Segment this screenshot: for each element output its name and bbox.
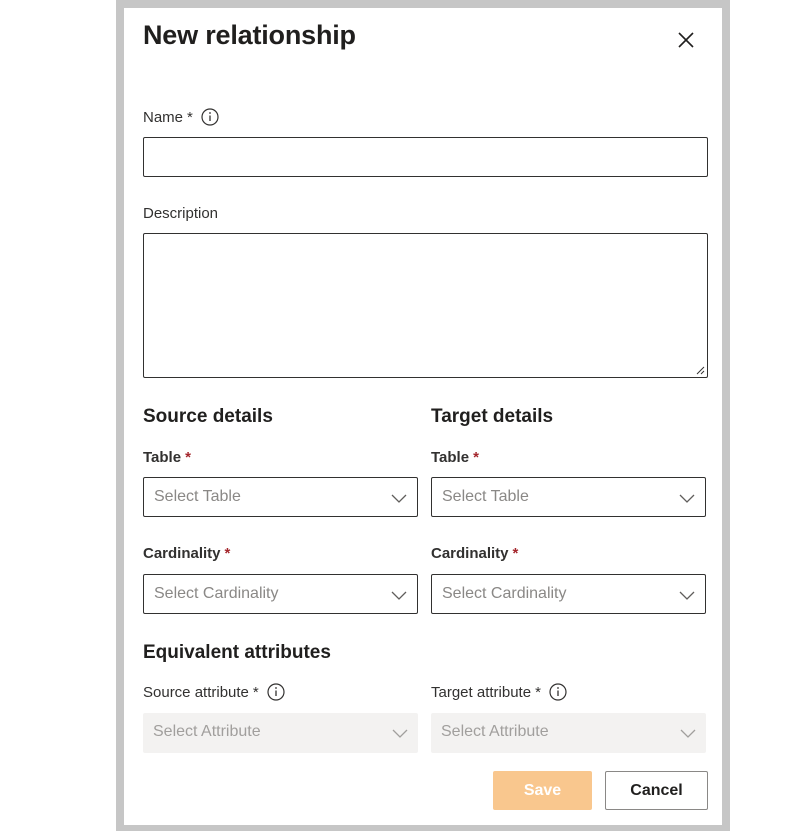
chevron-down-icon — [391, 494, 407, 503]
source-attribute-label-text: Source attribute — [143, 683, 249, 701]
source-cardinality-placeholder: Select Cardinality — [154, 585, 279, 602]
target-table-required-mark: * — [473, 449, 479, 466]
name-input[interactable] — [143, 137, 708, 177]
target-attribute-label: Target attribute * — [431, 683, 567, 701]
screen: New relationship Name * Description Sour… — [0, 0, 793, 831]
target-attribute-placeholder: Select Attribute — [441, 723, 549, 740]
description-label: Description — [143, 205, 218, 222]
chevron-down-icon — [679, 494, 695, 503]
source-attribute-required-mark: * — [252, 683, 259, 701]
target-attribute-required-mark: * — [535, 683, 541, 701]
close-icon[interactable] — [676, 30, 696, 50]
source-attribute-placeholder: Select Attribute — [153, 723, 261, 740]
source-attribute-label: Source attribute * — [143, 683, 285, 701]
target-cardinality-label-text: Cardinality — [431, 545, 509, 562]
source-table-placeholder: Select Table — [154, 488, 241, 505]
target-details-heading: Target details — [431, 406, 554, 427]
chevron-down-icon — [391, 591, 407, 600]
description-label-text: Description — [143, 205, 219, 222]
info-icon[interactable] — [267, 683, 285, 701]
chevron-down-icon — [392, 729, 408, 738]
source-cardinality-dropdown[interactable]: Select Cardinality — [143, 574, 418, 614]
target-cardinality-required-mark: * — [512, 545, 519, 562]
source-table-required-mark: * — [185, 449, 191, 466]
source-table-label: Table * — [143, 449, 191, 466]
target-table-placeholder: Select Table — [442, 488, 529, 505]
target-table-dropdown[interactable]: Select Table — [431, 477, 706, 517]
source-table-dropdown[interactable]: Select Table — [143, 477, 418, 517]
name-required-mark: * — [187, 108, 193, 126]
chevron-down-icon — [679, 591, 695, 600]
cancel-button[interactable]: Cancel — [605, 771, 708, 810]
source-cardinality-label: Cardinality * — [143, 545, 230, 562]
description-textarea[interactable] — [143, 233, 708, 378]
dialog-title: New relationship — [143, 20, 356, 50]
source-cardinality-required-mark: * — [224, 545, 231, 562]
target-table-label: Table * — [431, 449, 479, 466]
save-button[interactable]: Save — [493, 771, 592, 810]
source-cardinality-label-text: Cardinality — [143, 545, 221, 562]
target-cardinality-dropdown[interactable]: Select Cardinality — [431, 574, 706, 614]
name-label: Name * — [143, 108, 219, 126]
target-table-label-text: Table — [431, 449, 470, 466]
name-label-text: Name — [143, 108, 184, 126]
target-attribute-dropdown: Select Attribute — [431, 713, 706, 753]
resize-grip-icon[interactable] — [695, 365, 705, 375]
source-attribute-dropdown: Select Attribute — [143, 713, 418, 753]
target-cardinality-label: Cardinality * — [431, 545, 518, 562]
target-attribute-label-text: Target attribute — [431, 683, 532, 701]
chevron-down-icon — [680, 729, 696, 738]
new-relationship-dialog: New relationship Name * Description Sour… — [124, 8, 722, 825]
info-icon[interactable] — [549, 683, 567, 701]
equivalent-attributes-heading: Equivalent attributes — [143, 642, 331, 663]
source-table-label-text: Table — [143, 449, 182, 466]
info-icon[interactable] — [201, 108, 219, 126]
target-cardinality-placeholder: Select Cardinality — [442, 585, 567, 602]
source-details-heading: Source details — [143, 406, 273, 427]
